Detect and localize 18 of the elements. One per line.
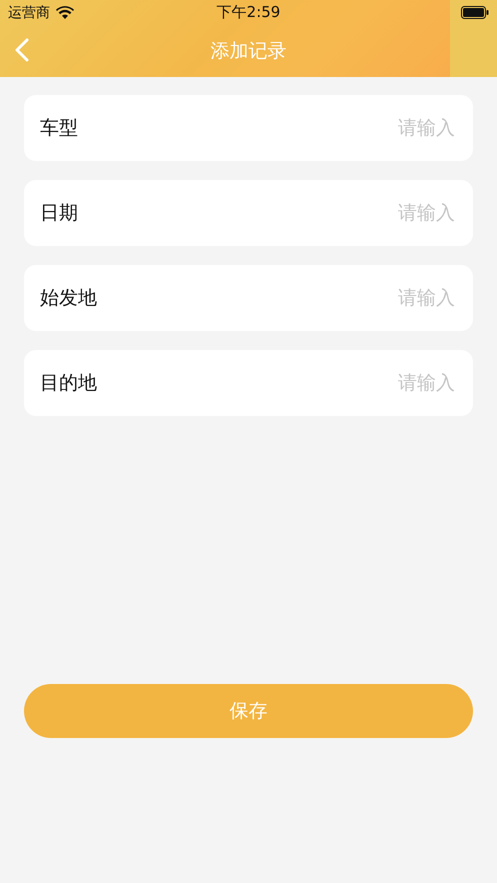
input-field[interactable]: 请输入 [97,371,457,395]
carrier-name: 运营商 [8,4,50,22]
input-field[interactable]: 请输入 [97,286,457,310]
battery-icon [461,6,489,19]
form-field[interactable]: 始发地 请输入 [24,265,473,331]
field-label: 目的地 [40,371,97,396]
input-field[interactable]: 请输入 [78,116,457,140]
page-title: 添加记录 [210,39,286,64]
input-field[interactable]: 请输入 [78,201,457,225]
form-field[interactable]: 日期 请输入 [24,180,473,246]
field-label: 车型 [40,116,78,141]
back-icon[interactable] [14,38,30,62]
status-time: 下午2:59 [216,3,280,22]
form-field[interactable]: 目的地 请输入 [24,350,473,416]
wifi-icon [56,6,74,20]
field-label: 始发地 [40,286,97,311]
form-field[interactable]: 车型 请输入 [24,95,473,161]
field-label: 日期 [40,201,78,226]
